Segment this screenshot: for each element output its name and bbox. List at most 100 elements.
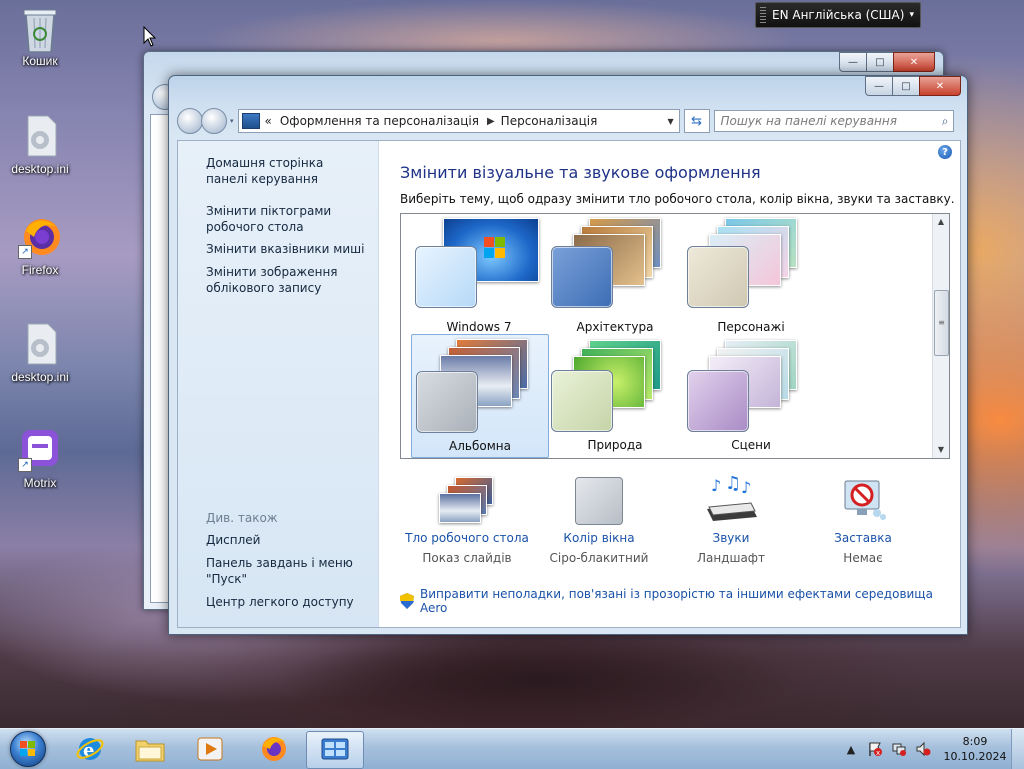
close-button[interactable]: ✕ [919,76,961,96]
taskbar-file-explorer[interactable] [122,731,178,767]
setting-title[interactable]: Звуки [666,531,796,545]
language-bar[interactable]: EN Англійська (США) ▾ [755,2,921,28]
theme-label: Природа [587,438,643,452]
aero-troubleshoot-link[interactable]: Виправити неполадки, пов'язані із прозор… [400,587,960,615]
grip-handle[interactable] [760,7,766,23]
firefox-icon [262,737,286,761]
forward-button[interactable] [201,108,227,134]
breadcrumb-separator-icon[interactable]: ▶ [487,116,495,127]
link-control-panel-home[interactable]: Домашня сторінка панелі керування [206,155,366,187]
theme-label: Windows 7 [446,320,512,334]
system-tray: ▲ x 8:09 10.10.2024 [839,729,1024,769]
motrix-icon: ↗ [18,428,62,472]
start-button[interactable] [2,729,54,769]
theme-color-swatch [416,371,478,433]
desktop-icon-motrix[interactable]: ↗ Motrix [2,428,78,490]
aero-link-text[interactable]: Виправити неполадки, пов'язані із прозор… [420,587,960,615]
language-label[interactable]: EN Англійська (США) [772,8,904,22]
shortcut-arrow-icon: ↗ [18,245,32,259]
scroll-down-icon[interactable]: ▼ [933,442,949,458]
back-button[interactable] [177,108,203,134]
desktop-icon-label: desktop.ini [11,162,69,176]
page-title: Змінити візуальне та звукове оформлення [400,163,761,182]
internet-explorer-icon: e [76,738,104,761]
desktop-icon-label: Кошик [22,54,58,68]
breadcrumb-personalization[interactable]: Персоналізація [501,114,598,128]
search-input[interactable]: Пошук на панелі керування ⌕ [713,110,954,132]
window-color-setting[interactable]: Колір вікна Сіро-блакитний [534,475,664,565]
breadcrumb-appearance[interactable]: Оформлення та персоналізація [280,114,479,128]
link-change-account-picture[interactable]: Змінити зображення облікового запису [206,264,366,296]
action-center-flag-icon[interactable]: x [867,741,883,757]
svg-text:♫: ♫ [725,475,741,494]
setting-title[interactable]: Колір вікна [534,531,664,545]
search-icon[interactable]: ⌕ [942,114,949,129]
link-change-mouse-pointers[interactable]: Змінити вказівники миші [206,241,366,257]
theme-architecture[interactable]: Архітектура [547,216,683,338]
maximize-button[interactable]: □ [866,52,894,72]
taskbar-media-player[interactable] [182,731,238,767]
chevron-down-icon[interactable]: ▾ [909,10,914,20]
control-panel-icon [321,738,349,760]
desktop-background-icon [437,475,497,525]
screensaver-setting[interactable]: Заставка Немає [798,475,928,565]
help-icon[interactable]: ? [938,145,952,159]
theme-nature[interactable]: Природа [547,334,683,456]
desktop-icon-firefox[interactable]: ↗ Firefox [2,215,78,277]
theme-landscapes[interactable]: Альбомна [411,334,549,458]
theme-scenes[interactable]: Сцени [683,334,819,456]
scroll-up-icon[interactable]: ▲ [933,214,949,230]
theme-list-scrollbar[interactable]: ▲ ≡ ▼ [932,214,949,458]
link-change-desktop-icons[interactable]: Змінити піктограми робочого стола [206,203,366,235]
theme-color-swatch [687,370,749,432]
show-hidden-icons-button[interactable]: ▲ [843,741,859,757]
refresh-button[interactable]: ⇆ [683,109,710,133]
setting-title[interactable]: Тло робочого стола [402,531,532,545]
theme-windows7[interactable]: Windows 7 [411,216,547,338]
taskbar: e ▲ x 8:09 10.10.2024 [0,728,1024,769]
caption-buttons: — □ ✕ [839,52,935,72]
settings-file-icon [18,114,62,158]
shield-icon [400,593,414,609]
setting-value: Ландшафт [696,551,766,565]
recent-pages-dropdown[interactable]: ▾ [230,117,234,125]
main-content: Домашня сторінка панелі керування Змінит… [177,140,961,628]
address-dropdown-icon[interactable]: ▼ [663,117,679,126]
search-placeholder: Пошук на панелі керування [720,114,897,128]
link-display[interactable]: Дисплей [206,532,366,548]
desktop-background-setting[interactable]: Тло робочого стола Показ слайдів [402,475,532,565]
desktop-icon-desktop-ini-1[interactable]: desktop.ini [2,114,78,176]
clock-date: 10.10.2024 [943,750,1007,763]
link-ease-of-access[interactable]: Центр легкого доступу [206,594,366,610]
windows-orb-icon [10,731,46,767]
personalization-window[interactable]: — □ ✕ ▾ « Оформлення та персоналізація ▶… [168,75,968,635]
recycle-bin-icon [18,6,62,53]
desktop-icon-label: desktop.ini [11,370,69,384]
scroll-thumb[interactable]: ≡ [934,290,949,356]
sounds-setting[interactable]: ♪ ♫ ♪ Звуки Ландшафт [666,473,796,565]
left-pane: Домашня сторінка панелі керування Змінит… [178,141,379,627]
desktop-icon-desktop-ini-2[interactable]: desktop.ini [2,322,78,384]
desktop-icon-label: Motrix [23,476,57,490]
address-overflow[interactable]: « [265,114,272,128]
taskbar-firefox[interactable] [246,731,302,767]
theme-characters[interactable]: Персонажі [683,216,819,338]
theme-list[interactable]: Windows 7 Архітектура Персонажі Альбомна… [400,213,950,459]
setting-title[interactable]: Заставка [798,531,928,545]
taskbar-control-panel[interactable] [306,731,364,769]
minimize-button[interactable]: — [865,76,893,96]
clock[interactable]: 8:09 10.10.2024 [939,734,1011,764]
show-desktop-button[interactable] [1011,729,1024,769]
close-button[interactable]: ✕ [893,52,935,72]
volume-muted-icon[interactable] [915,741,931,757]
desktop-icon-recycle-bin[interactable]: Кошик [2,6,78,68]
maximize-button[interactable]: □ [892,76,920,96]
page-subtitle: Виберіть тему, щоб одразу змінити тло ро… [400,192,955,206]
minimize-button[interactable]: — [839,52,867,72]
svg-text:x: x [876,749,880,757]
network-icon[interactable] [891,741,907,757]
taskbar-internet-explorer[interactable]: e [62,731,118,767]
address-bar[interactable]: « Оформлення та персоналізація ▶ Персона… [237,109,680,133]
window-color-icon [569,475,629,525]
link-taskbar-start-menu[interactable]: Панель завдань і меню "Пуск" [206,555,366,587]
